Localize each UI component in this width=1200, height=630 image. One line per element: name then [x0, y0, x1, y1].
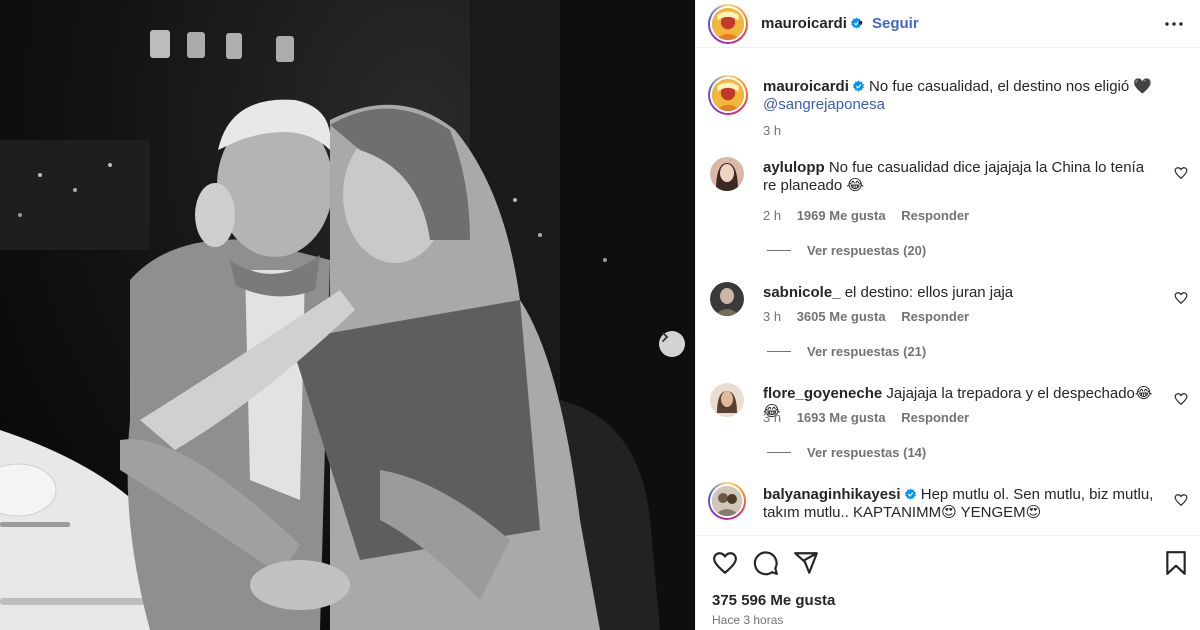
heart-icon[interactable]: [1174, 493, 1188, 507]
view-replies-button[interactable]: Ver respuestas (14): [767, 445, 926, 460]
comments-list[interactable]: mauroicardi No fue casualidad, el destin…: [696, 49, 1200, 535]
header-separator: •: [858, 14, 863, 30]
heart-icon[interactable]: [712, 550, 738, 576]
commenter-avatar[interactable]: [710, 282, 744, 316]
caption-time: 3 h: [763, 123, 782, 138]
comment-text: sabnicole_ el destino: ellos juran jaja: [763, 284, 1158, 302]
reply-button[interactable]: Responder: [901, 309, 969, 324]
view-replies-button[interactable]: Ver respuestas (20): [767, 243, 926, 258]
divider: [767, 250, 791, 251]
post-side-panel: mauroicardi • Seguir mauroicardi No fue …: [695, 0, 1200, 630]
avatar-image: [712, 486, 742, 516]
share-icon[interactable]: [793, 550, 819, 576]
avatar-image: [712, 8, 744, 40]
caption-body: mauroicardi No fue casualidad, el destin…: [763, 78, 1163, 114]
heart-icon[interactable]: [1174, 291, 1188, 305]
follow-button[interactable]: Seguir: [872, 15, 919, 32]
reply-button[interactable]: Responder: [901, 208, 969, 223]
reply-button[interactable]: Responder: [901, 410, 969, 425]
post-actions: 375 596 Me gusta Hace 3 horas: [696, 535, 1200, 630]
view-replies-button[interactable]: Ver respuestas (21): [767, 344, 926, 359]
view-replies-label[interactable]: Ver respuestas (21): [807, 344, 926, 359]
comment-text: balyanaginhikayesi Hep mutlu ol. Sen mut…: [763, 486, 1158, 522]
post-header: mauroicardi • Seguir: [696, 0, 1200, 48]
commenter-username[interactable]: aylulopp: [763, 159, 825, 176]
avatar-image: [710, 282, 744, 316]
commenter-avatar[interactable]: [710, 383, 744, 417]
commenter-avatar[interactable]: [710, 157, 744, 191]
caption-avatar[interactable]: [708, 75, 748, 115]
comment-body: el destino: ellos juran jaja: [844, 284, 1014, 301]
avatar-image: [712, 79, 744, 111]
author-avatar[interactable]: [708, 4, 748, 44]
divider: [767, 351, 791, 352]
comment-likes[interactable]: 1693 Me gusta: [797, 410, 886, 425]
view-replies-label[interactable]: Ver respuestas (20): [807, 243, 926, 258]
heart-icon[interactable]: [1174, 166, 1188, 180]
verified-badge-icon: [852, 80, 864, 92]
comment-text: aylulopp No fue casualidad dice jajajaja…: [763, 159, 1158, 195]
commenter-avatar[interactable]: [708, 482, 746, 520]
comment-likes[interactable]: 3605 Me gusta: [797, 309, 886, 324]
verified-badge-icon: [904, 488, 916, 500]
heart-icon[interactable]: [1174, 392, 1188, 406]
comment-time: 3 h: [763, 309, 782, 324]
comment-meta: 3 h 3605 Me gusta Responder: [763, 309, 981, 324]
caption-text: No fue casualidad, el destino nos eligió…: [869, 78, 1153, 95]
chevron-right-icon: [662, 332, 669, 342]
next-photo-button[interactable]: [659, 331, 685, 357]
avatar-image: [710, 383, 744, 417]
comment-meta: 3 h 1693 Me gusta Responder: [763, 410, 981, 425]
commenter-username[interactable]: balyanaginhikayesi: [763, 486, 901, 503]
commenter-username[interactable]: sabnicole_: [763, 284, 841, 301]
photo-scene: [0, 0, 695, 630]
likes-count[interactable]: 375 596 Me gusta: [712, 592, 835, 609]
bookmark-icon[interactable]: [1163, 550, 1189, 576]
divider: [767, 452, 791, 453]
comment-time: 3 h: [763, 410, 782, 425]
author-username-text[interactable]: mauroicardi: [761, 15, 847, 32]
commenter-username[interactable]: flore_goyeneche: [763, 385, 882, 402]
caption-username[interactable]: mauroicardi: [763, 78, 849, 95]
comment-time: 2 h: [763, 208, 782, 223]
view-replies-label[interactable]: Ver respuestas (14): [807, 445, 926, 460]
comment-likes[interactable]: 1969 Me gusta: [797, 208, 886, 223]
author-username[interactable]: mauroicardi: [761, 15, 863, 32]
caption-mention[interactable]: @sangrejaponesa: [763, 96, 885, 113]
more-options-button[interactable]: [1162, 12, 1186, 36]
avatar-image: [710, 157, 744, 191]
comment-icon[interactable]: [753, 550, 779, 576]
comment-meta: 2 h 1969 Me gusta Responder: [763, 208, 981, 223]
post-photo[interactable]: [0, 0, 695, 630]
more-options-icon: [1165, 22, 1183, 26]
post-timestamp: Hace 3 horas: [712, 613, 784, 627]
